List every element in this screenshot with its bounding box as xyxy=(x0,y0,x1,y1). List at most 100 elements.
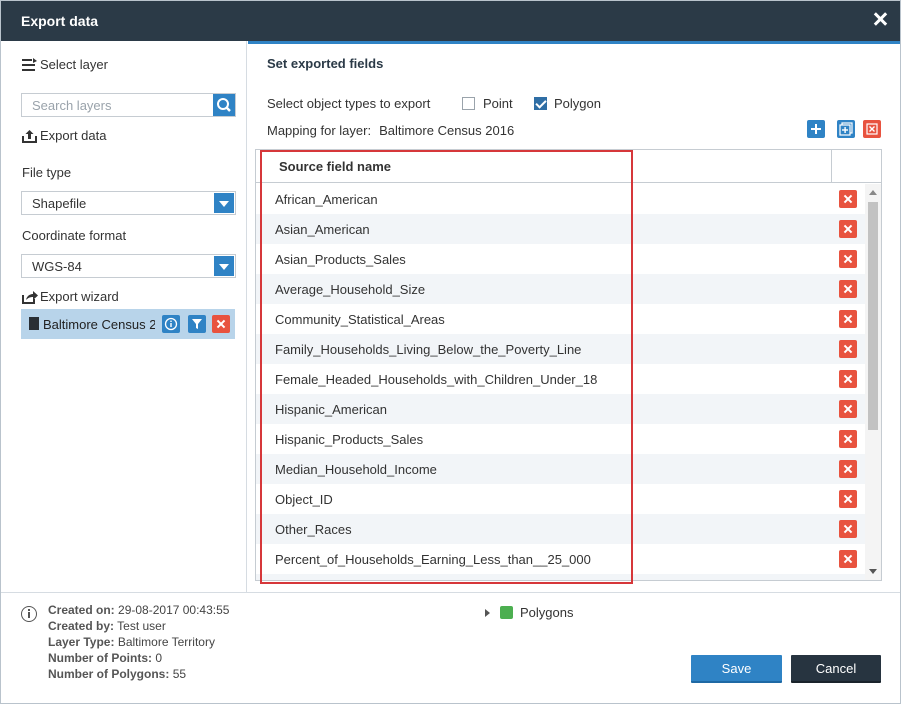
search-layers xyxy=(21,93,236,117)
remove-field-button[interactable] xyxy=(839,430,857,448)
scrollbar-thumb[interactable] xyxy=(868,202,878,430)
remove-field-button[interactable] xyxy=(839,280,857,298)
export-data-label: Export data xyxy=(40,128,107,143)
remove-field-button[interactable] xyxy=(839,190,857,208)
save-button[interactable]: Save xyxy=(691,655,782,683)
file-type-label: File type xyxy=(22,165,72,180)
field-name: Percent_of_Households_Earning_Less_than_… xyxy=(275,552,591,567)
field-name: African_American xyxy=(275,192,378,207)
point-checkbox[interactable] xyxy=(462,97,475,110)
remove-all-icon xyxy=(866,123,878,135)
dialog-titlebar: Export data xyxy=(1,1,900,41)
scroll-down-icon[interactable] xyxy=(869,569,877,574)
remove-field-button[interactable] xyxy=(839,580,857,581)
table-row[interactable]: Average_Household_Size xyxy=(256,274,866,304)
search-button[interactable] xyxy=(213,94,235,116)
table-row[interactable]: Hispanic_Products_Sales xyxy=(256,424,866,454)
remove-field-button[interactable] xyxy=(839,520,857,538)
remove-field-button[interactable] xyxy=(839,460,857,478)
file-type-value: Shapefile xyxy=(32,196,87,211)
point-label: Point xyxy=(483,96,513,111)
layer-filter-button[interactable] xyxy=(188,315,206,333)
field-name: Average_Household_Size xyxy=(275,282,426,297)
remove-field-button[interactable] xyxy=(839,370,857,388)
remove-field-button[interactable] xyxy=(839,490,857,508)
field-name: Median_Household_Income xyxy=(275,462,437,477)
layer-item[interactable]: Baltimore Census 2016 xyxy=(21,309,235,339)
polygon-checkbox[interactable] xyxy=(534,97,547,110)
add-all-icon xyxy=(839,122,853,136)
remove-field-button[interactable] xyxy=(839,340,857,358)
remove-field-button[interactable] xyxy=(839,550,857,568)
table-row[interactable]: Family_Households_Living_Below_the_Pover… xyxy=(256,334,866,364)
field-name: Hispanic_American xyxy=(275,402,387,417)
table-row[interactable]: Community_Statistical_Areas xyxy=(256,304,866,334)
mapping-label: Mapping for layer: xyxy=(267,123,372,138)
polygons-tree-node[interactable]: Polygons xyxy=(485,605,573,620)
info-icon xyxy=(21,606,37,622)
table-row[interactable] xyxy=(256,574,866,581)
layer-remove-button[interactable] xyxy=(212,315,230,333)
remove-all-fields-button[interactable] xyxy=(863,120,881,138)
remove-field-button[interactable] xyxy=(839,400,857,418)
select-layer-label: Select layer xyxy=(40,57,108,72)
search-icon xyxy=(217,98,231,112)
created-by-row: Created by: Test user xyxy=(48,619,166,633)
table-row[interactable]: African_American xyxy=(256,184,866,214)
search-input[interactable] xyxy=(22,94,212,116)
field-name: Other_Races xyxy=(275,522,352,537)
table-row[interactable]: Object_ID xyxy=(256,484,866,514)
remove-field-button[interactable] xyxy=(839,310,857,328)
close-icon[interactable] xyxy=(872,11,888,27)
field-name: Female_Headed_Households_with_Children_U… xyxy=(275,372,598,387)
table-row[interactable]: Percent_of_Households_Earning_Less_than_… xyxy=(256,544,866,574)
table-row[interactable]: Hispanic_American xyxy=(256,394,866,424)
plus-icon xyxy=(811,124,821,134)
chevron-down-icon[interactable] xyxy=(214,193,234,213)
layer-type-row: Layer Type: Baltimore Territory xyxy=(48,635,215,649)
left-panel: Select layer Export data File type Shape… xyxy=(1,41,247,592)
select-layer-link[interactable]: Select layer xyxy=(22,57,108,72)
footer: Created on: 29-08-2017 00:43:55 Created … xyxy=(1,592,900,703)
remove-field-button[interactable] xyxy=(839,220,857,238)
coordinate-format-label: Coordinate format xyxy=(22,228,127,243)
field-name: Community_Statistical_Areas xyxy=(275,312,445,327)
field-name: Object_ID xyxy=(275,492,333,507)
puzzle-icon xyxy=(500,606,513,619)
coordinate-format-select[interactable]: WGS-84 xyxy=(21,254,236,278)
polygons-row: Number of Polygons: 55 xyxy=(48,667,187,681)
polygon-label: Polygon xyxy=(554,96,601,111)
vertical-scrollbar[interactable] xyxy=(865,184,881,580)
source-field-header: Source field name xyxy=(279,159,391,174)
info-icon xyxy=(164,317,178,331)
table-row[interactable]: Female_Headed_Households_with_Children_U… xyxy=(256,364,866,394)
add-field-button[interactable] xyxy=(807,120,825,138)
fields-table: Source field name African_American Asian_… xyxy=(255,149,882,581)
remove-field-button[interactable] xyxy=(839,250,857,268)
right-panel: Set exported fields Select object types … xyxy=(248,41,900,592)
file-type-select[interactable]: Shapefile xyxy=(21,191,236,215)
chevron-down-icon[interactable] xyxy=(214,256,234,276)
coordinate-format-value: WGS-84 xyxy=(32,259,82,274)
cancel-button[interactable]: Cancel xyxy=(791,655,881,683)
field-name: Asian_American xyxy=(275,222,370,237)
created-on-row: Created on: 29-08-2017 00:43:55 xyxy=(48,603,230,617)
scroll-up-icon[interactable] xyxy=(869,190,877,195)
share-icon xyxy=(22,290,38,304)
upload-icon xyxy=(22,129,38,143)
layer-info-button[interactable] xyxy=(162,315,180,333)
section-title: Set exported fields xyxy=(267,56,384,71)
layer-item-name: Baltimore Census 2016 xyxy=(43,317,155,332)
expand-arrow-icon[interactable] xyxy=(485,608,490,617)
table-row[interactable]: Median_Household_Income xyxy=(256,454,866,484)
table-row[interactable]: Asian_Products_Sales xyxy=(256,244,866,274)
export-data-link[interactable]: Export data xyxy=(22,128,107,143)
table-row[interactable]: Asian_American xyxy=(256,214,866,244)
export-wizard-link[interactable]: Export wizard xyxy=(22,289,119,304)
mapping-layer-name: Baltimore Census 2016 xyxy=(379,123,515,138)
add-all-fields-button[interactable] xyxy=(837,120,855,138)
table-row[interactable]: Other_Races xyxy=(256,514,866,544)
dialog-title: Export data xyxy=(21,13,99,29)
field-name: Hispanic_Products_Sales xyxy=(275,432,424,447)
points-row: Number of Points: 0 xyxy=(48,651,163,665)
